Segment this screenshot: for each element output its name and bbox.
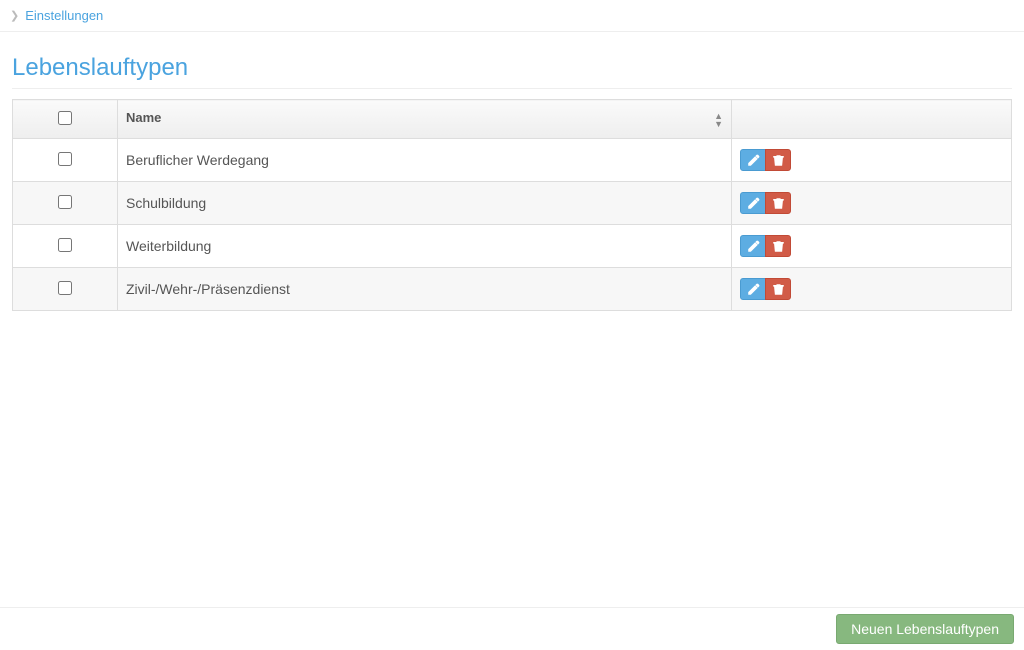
column-header-checkbox — [13, 100, 118, 139]
edit-button[interactable] — [740, 192, 766, 214]
table-row: Schulbildung — [13, 182, 1012, 225]
bottom-bar: Neuen Lebenslauftypen — [0, 607, 1024, 650]
row-name-label: Beruflicher Werdegang — [126, 152, 269, 168]
delete-button[interactable] — [765, 149, 791, 171]
pencil-icon — [747, 154, 760, 167]
page-title: Lebenslauftypen — [12, 54, 1012, 89]
chevron-right-icon: ❯ — [10, 9, 19, 22]
column-header-actions — [732, 100, 1012, 139]
sort-icon: ▲▼ — [714, 112, 723, 128]
row-name-label: Zivil-/Wehr-/Präsenzdienst — [126, 281, 290, 297]
pencil-icon — [747, 197, 760, 210]
row-name-label: Weiterbildung — [126, 238, 211, 254]
edit-button[interactable] — [740, 149, 766, 171]
new-cvtype-button[interactable]: Neuen Lebenslauftypen — [836, 614, 1014, 644]
row-checkbox[interactable] — [58, 238, 72, 252]
breadcrumb: ❯ Einstellungen — [0, 0, 1024, 32]
column-header-name[interactable]: Name ▲▼ — [118, 100, 732, 139]
column-header-name-label: Name — [126, 110, 161, 125]
cv-types-table: Name ▲▼ Beruflicher Werdegang — [12, 99, 1012, 311]
row-checkbox[interactable] — [58, 281, 72, 295]
breadcrumb-link-settings[interactable]: Einstellungen — [25, 8, 103, 23]
table-row: Weiterbildung — [13, 225, 1012, 268]
edit-button[interactable] — [740, 235, 766, 257]
delete-button[interactable] — [765, 235, 791, 257]
select-all-checkbox[interactable] — [58, 111, 72, 125]
row-checkbox[interactable] — [58, 152, 72, 166]
row-name-cell: Weiterbildung — [118, 225, 732, 268]
delete-button[interactable] — [765, 278, 791, 300]
edit-button[interactable] — [740, 278, 766, 300]
table-row: Beruflicher Werdegang — [13, 139, 1012, 182]
pencil-icon — [747, 240, 760, 253]
trash-icon — [772, 283, 785, 296]
row-name-cell: Beruflicher Werdegang — [118, 139, 732, 182]
trash-icon — [772, 197, 785, 210]
delete-button[interactable] — [765, 192, 791, 214]
row-name-cell: Zivil-/Wehr-/Präsenzdienst — [118, 268, 732, 311]
trash-icon — [772, 240, 785, 253]
table-row: Zivil-/Wehr-/Präsenzdienst — [13, 268, 1012, 311]
trash-icon — [772, 154, 785, 167]
row-name-cell: Schulbildung — [118, 182, 732, 225]
pencil-icon — [747, 283, 760, 296]
row-checkbox[interactable] — [58, 195, 72, 209]
row-name-label: Schulbildung — [126, 195, 206, 211]
